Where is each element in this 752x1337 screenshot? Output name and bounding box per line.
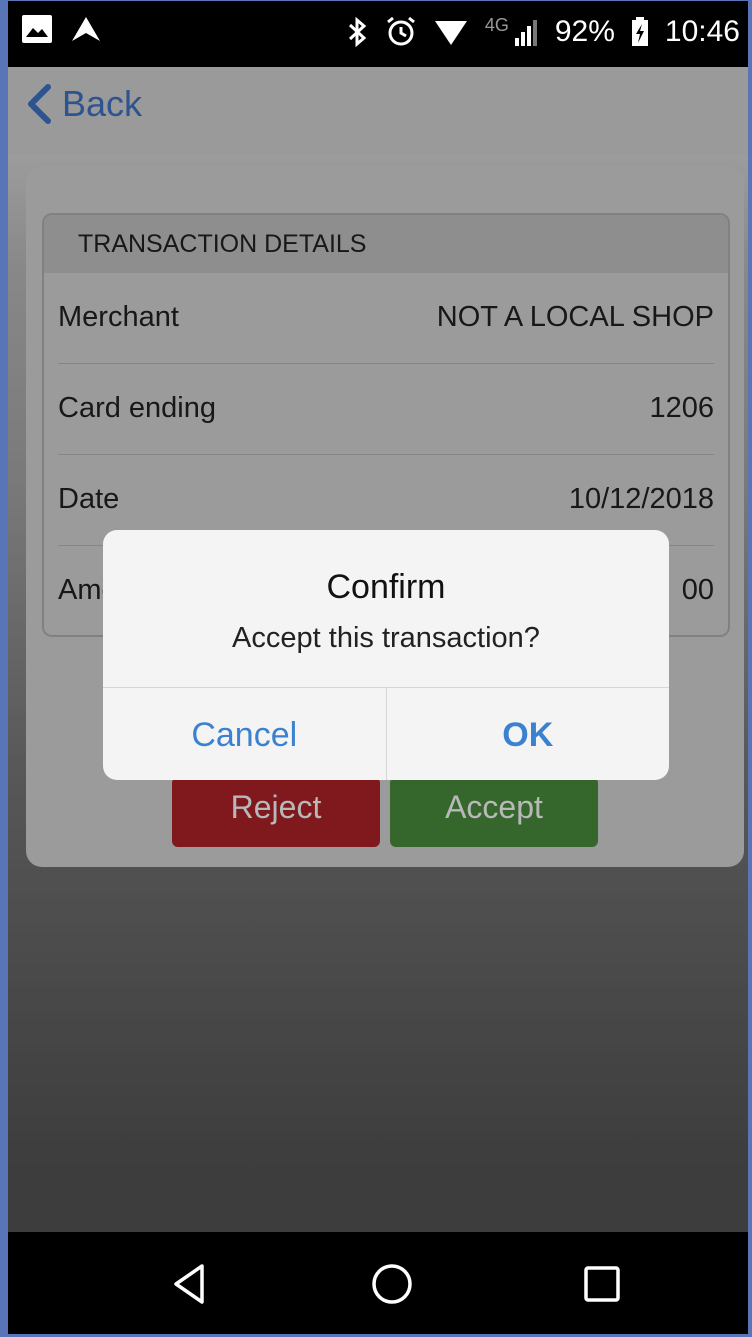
battery-charging-icon [631, 17, 648, 46]
image-notification-icon [22, 15, 52, 43]
bluetooth-icon [348, 16, 367, 48]
back-triangle-icon[interactable] [166, 1260, 214, 1308]
system-nav-bar [8, 1232, 748, 1334]
alarm-icon [386, 16, 415, 46]
cancel-button[interactable]: Cancel [103, 688, 387, 780]
navigation-notification-icon [72, 17, 100, 41]
dialog-actions: Cancel OK [103, 687, 669, 780]
dialog-title: Confirm [326, 568, 446, 606]
phone-frame: 4G 92% 10:46 Back TRANSACTION DETAILS Me… [0, 0, 752, 1337]
dialog-message: Accept this transaction? [232, 622, 540, 654]
ok-button[interactable]: OK [387, 688, 670, 780]
status-bar: 4G 92% 10:46 [8, 1, 748, 67]
confirm-dialog: Confirm Accept this transaction? Cancel … [103, 530, 669, 780]
recents-square-icon[interactable] [578, 1260, 626, 1308]
status-right: 4G 92% 10:46 [347, 15, 740, 49]
signal-icon [514, 20, 537, 46]
clock: 10:46 [664, 15, 740, 48]
home-circle-icon[interactable] [368, 1260, 416, 1308]
status-left [22, 15, 102, 43]
network-type: 4G [484, 15, 509, 35]
battery-percent: 92% [554, 15, 615, 48]
wifi-icon [434, 21, 467, 45]
